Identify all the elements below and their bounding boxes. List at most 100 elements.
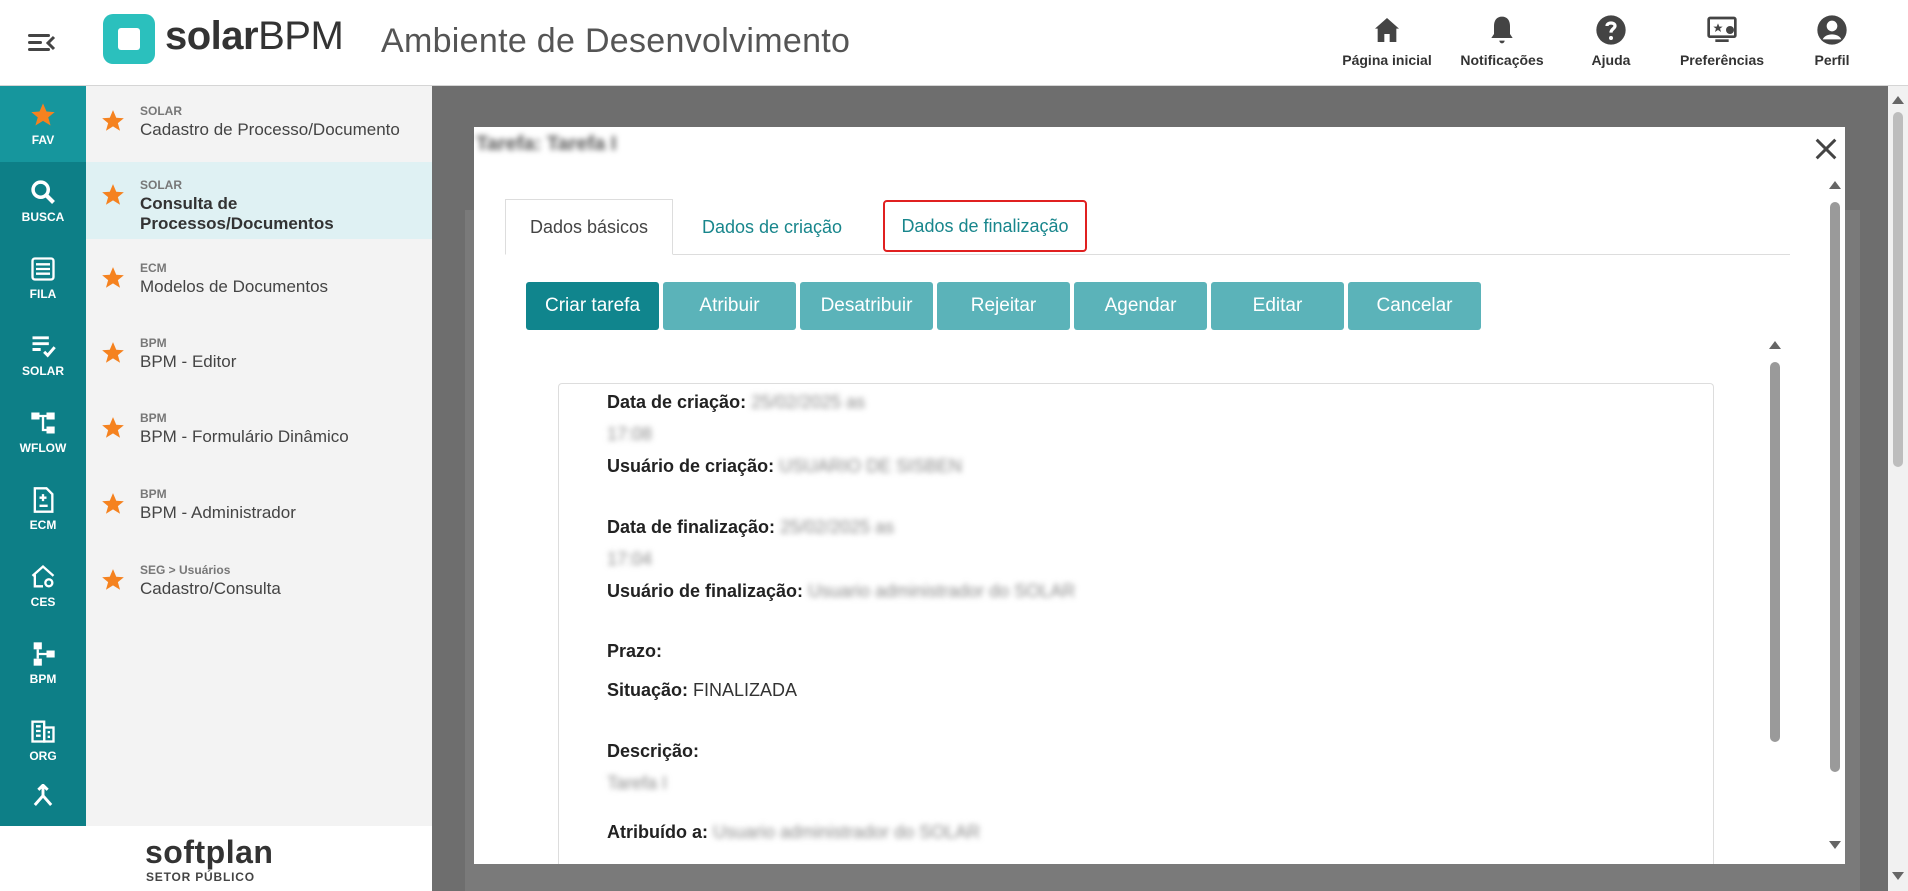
softplan-brand: softplan <box>145 834 274 870</box>
tab-dados-finalizacao[interactable]: Dados de finalização <box>883 200 1087 252</box>
criar-tarefa-button[interactable]: Criar tarefa <box>526 282 659 330</box>
atribuir-button[interactable]: Atribuir <box>663 282 796 330</box>
module-rail: FAV BUSCA FILA SOLAR WFLOW ECM CES BPM O… <box>0 86 86 826</box>
nav-notifications[interactable]: Notificações <box>1447 14 1557 68</box>
rail-item-bpm[interactable]: BPM <box>0 625 86 701</box>
nav-preferences-label: Preferências <box>1679 52 1765 68</box>
star-icon[interactable] <box>100 491 126 517</box>
scroll-up-icon[interactable] <box>1769 341 1781 349</box>
star-icon[interactable] <box>100 108 126 134</box>
favorite-item[interactable]: ECM Modelos de Documentos <box>86 239 432 315</box>
help-icon <box>1596 15 1626 45</box>
modal-title: Tarefa: Tarefa I <box>476 133 617 155</box>
preferences-icon <box>1707 16 1737 42</box>
favorite-category: ECM <box>140 261 167 275</box>
rail-item-busca[interactable]: BUSCA <box>0 163 86 239</box>
modal-scrollbar[interactable] <box>1827 177 1843 857</box>
tab-dados-basicos[interactable]: Dados básicos <box>505 199 673 255</box>
rail-label: ORG <box>29 749 57 763</box>
status-value: FINALIZADA <box>693 680 798 700</box>
cancelar-button[interactable]: Cancelar <box>1348 282 1481 330</box>
favorite-name: BPM - Formulário Dinâmico <box>140 427 349 446</box>
favorite-name: Consulta de Processos/Documentos <box>140 194 334 233</box>
finish-user-field: Usuário de finalização: Usuario administ… <box>607 581 1076 601</box>
rail-item-org[interactable]: ORG <box>0 702 86 778</box>
star-icon[interactable] <box>100 415 126 441</box>
favorite-name: Modelos de Documentos <box>140 277 329 296</box>
nav-profile-label: Perfil <box>1814 52 1850 68</box>
rail-item-fav[interactable]: FAV <box>0 86 86 162</box>
home-icon <box>1375 18 1399 42</box>
desatribuir-button[interactable]: Desatribuir <box>800 282 933 330</box>
description-field: Descrição: <box>607 741 700 761</box>
checklist-icon <box>32 336 56 358</box>
favorite-item[interactable]: BPM BPM - Formulário Dinâmico <box>86 391 432 467</box>
workflow-icon <box>31 412 55 434</box>
scroll-up-icon[interactable] <box>1892 96 1904 104</box>
favorite-category: SOLAR <box>140 178 182 192</box>
created-user-value: USUARIO DE SISBEN <box>779 456 963 476</box>
footer-logo: softplan SETOR PÚBLICO <box>0 826 432 891</box>
star-icon[interactable] <box>100 265 126 291</box>
rail-item-solar[interactable]: SOLAR <box>0 317 86 393</box>
nav-profile[interactable]: Perfil <box>1777 14 1887 68</box>
tab-dados-criacao[interactable]: Dados de criação <box>677 199 867 255</box>
app-logo: solarBPM <box>165 14 344 58</box>
app-header: solarBPM Ambiente de Desenvolvimento Pág… <box>0 0 1908 86</box>
assigned-value: Usuario administrador do SOLAR <box>713 822 981 842</box>
rail-label: FILA <box>29 287 57 301</box>
close-icon[interactable] <box>1812 135 1840 163</box>
page-scrollbar[interactable] <box>1888 86 1908 891</box>
favorite-item[interactable]: BPM BPM - Editor <box>86 315 432 391</box>
nav-home[interactable]: Página inicial <box>1332 14 1442 68</box>
home-gear-icon <box>31 564 55 588</box>
bell-icon <box>1491 16 1513 44</box>
favorite-category: SOLAR <box>140 104 182 118</box>
favorite-item[interactable]: SEG > Usuários Cadastro/Consulta <box>86 543 432 619</box>
agendar-button[interactable]: Agendar <box>1074 282 1207 330</box>
rail-item-ecm[interactable]: ECM <box>0 471 86 547</box>
content-scrollbar[interactable] <box>1767 337 1783 877</box>
rail-label: BPM <box>29 672 57 686</box>
favorites-panel: SOLAR Cadastro de Processo/Documento SOL… <box>86 86 432 826</box>
favorite-name: BPM - Administrador <box>140 503 296 522</box>
menu-collapse-icon[interactable] <box>28 32 56 54</box>
modal-scroll-thumb[interactable] <box>1830 202 1840 772</box>
process-icon <box>33 642 55 666</box>
nav-preferences[interactable]: Preferências <box>1667 14 1777 68</box>
editar-button[interactable]: Editar <box>1211 282 1344 330</box>
rail-item-fila[interactable]: FILA <box>0 240 86 316</box>
rail-item-more[interactable] <box>0 778 86 826</box>
list-icon <box>31 257 55 281</box>
favorite-item[interactable]: BPM BPM - Administrador <box>86 467 432 543</box>
favorite-category: BPM <box>140 336 167 350</box>
star-icon[interactable] <box>100 567 126 593</box>
rail-item-ces[interactable]: CES <box>0 548 86 624</box>
scroll-up-icon[interactable] <box>1829 181 1841 189</box>
merge-icon <box>33 784 53 806</box>
content-scroll-thumb[interactable] <box>1770 362 1780 742</box>
favorite-item[interactable]: SOLAR Cadastro de Processo/Documento <box>86 86 432 162</box>
rejeitar-button[interactable]: Rejeitar <box>937 282 1070 330</box>
deadline-field: Prazo: <box>607 641 663 661</box>
nav-help[interactable]: Ajuda <box>1556 14 1666 68</box>
softplan-subtitle: SETOR PÚBLICO <box>146 870 255 884</box>
rail-label: BUSCA <box>21 210 65 224</box>
created-user-field: Usuário de criação: USUARIO DE SISBEN <box>607 456 963 476</box>
created-date-field: Data de criação: 25/02/2025 as <box>607 392 866 412</box>
star-icon[interactable] <box>100 340 126 366</box>
finish-date-value: 25/02/2025 as <box>780 517 895 537</box>
star-icon[interactable] <box>100 182 126 208</box>
status-field: Situação: FINALIZADA <box>607 680 798 700</box>
modal-tabs: Dados básicos Dados de criação Dados de … <box>505 199 1790 255</box>
environment-title: Ambiente de Desenvolvimento <box>381 22 851 60</box>
solar-logo-icon <box>103 14 155 64</box>
page-scroll-thumb[interactable] <box>1893 112 1903 467</box>
building-icon <box>31 720 55 743</box>
scroll-down-icon[interactable] <box>1892 872 1904 880</box>
scroll-down-icon[interactable] <box>1829 841 1841 849</box>
favorite-item[interactable]: SOLAR Consulta de Processos/Documentos <box>86 162 432 239</box>
favorite-name: BPM - Editor <box>140 352 237 371</box>
rail-item-wflow[interactable]: WFLOW <box>0 394 86 470</box>
rail-label: ECM <box>29 518 57 532</box>
